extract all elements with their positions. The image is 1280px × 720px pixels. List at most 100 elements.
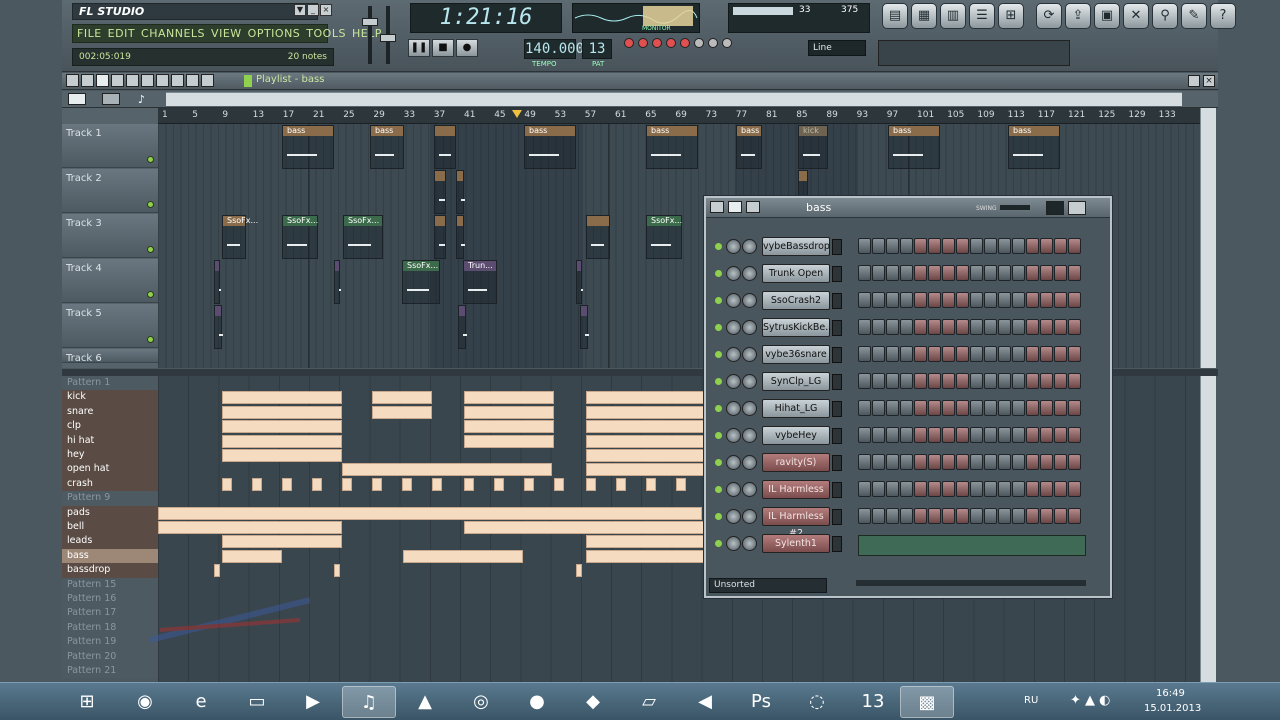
pan-knob[interactable] <box>726 374 741 389</box>
step-button[interactable] <box>886 481 899 497</box>
pan-knob[interactable] <box>726 455 741 470</box>
playback-icon[interactable] <box>201 74 214 87</box>
pattern-block[interactable] <box>158 506 702 520</box>
crash-hit[interactable] <box>646 477 656 491</box>
track-header[interactable]: Track 6 <box>62 349 158 364</box>
step-button[interactable] <box>914 346 927 362</box>
step-button[interactable] <box>984 454 997 470</box>
step-button[interactable] <box>942 508 955 524</box>
pattern-lane[interactable]: open hat <box>62 462 158 477</box>
pattern-clip[interactable] <box>456 215 465 259</box>
channel-name-button[interactable]: vybeHey <box>762 426 830 445</box>
pattern-block[interactable] <box>222 449 342 462</box>
step-button[interactable] <box>942 400 955 416</box>
step-button[interactable] <box>858 481 871 497</box>
step-button[interactable] <box>1026 400 1039 416</box>
step-button[interactable] <box>914 373 927 389</box>
menu-arrow-icon[interactable] <box>66 74 79 87</box>
menu-arrow-icon[interactable]: ▼ <box>294 4 306 16</box>
search-icon[interactable]: ⚲ <box>1152 3 1178 29</box>
volume-knob[interactable] <box>742 509 757 524</box>
step-button[interactable] <box>984 238 997 254</box>
channel-led-icon[interactable] <box>715 297 722 304</box>
step-button[interactable] <box>984 373 997 389</box>
menu-item-edit[interactable]: EDIT <box>108 27 135 40</box>
app-icon[interactable]: ◌ <box>790 686 844 718</box>
notes-icon[interactable]: ▱ <box>622 686 676 718</box>
pattern-lane[interactable]: crash <box>62 476 158 492</box>
pan-knob[interactable] <box>726 347 741 362</box>
step-button[interactable] <box>956 400 969 416</box>
menu-item-channels[interactable]: CHANNELS <box>141 27 205 40</box>
step-button[interactable] <box>900 400 913 416</box>
crash-hit[interactable] <box>252 477 262 491</box>
step-button[interactable] <box>998 373 1011 389</box>
step-button[interactable] <box>900 373 913 389</box>
step-button[interactable] <box>984 292 997 308</box>
pattern-clip[interactable] <box>580 305 589 349</box>
master-volume-slider[interactable] <box>360 4 400 66</box>
step-button[interactable] <box>1012 238 1025 254</box>
step-button[interactable] <box>1040 238 1053 254</box>
volume-knob[interactable] <box>742 428 757 443</box>
step-button[interactable] <box>914 292 927 308</box>
crash-hit[interactable] <box>342 477 352 491</box>
step-button[interactable] <box>872 454 885 470</box>
step-button[interactable] <box>1068 427 1081 443</box>
pattern-clip[interactable]: SsoFx... <box>402 260 440 304</box>
track-led-icon[interactable] <box>147 336 154 343</box>
pattern-lane[interactable]: Pattern 17 <box>62 606 158 621</box>
step-button[interactable] <box>1068 400 1081 416</box>
step-button[interactable] <box>970 481 983 497</box>
step-button[interactable] <box>970 265 983 281</box>
step-button[interactable] <box>1026 508 1039 524</box>
step-button[interactable] <box>1040 373 1053 389</box>
step-button[interactable] <box>984 265 997 281</box>
pencil-icon[interactable] <box>96 74 109 87</box>
channel-name-button[interactable]: SsoCrash2 <box>762 291 830 310</box>
step-button[interactable] <box>900 346 913 362</box>
pattern-block[interactable] <box>222 391 342 405</box>
step-button[interactable] <box>970 373 983 389</box>
step-button[interactable] <box>1054 292 1067 308</box>
step-button[interactable] <box>956 481 969 497</box>
pattern-block[interactable] <box>586 463 706 477</box>
step-button[interactable] <box>998 481 1011 497</box>
menu-item-file[interactable]: FILE <box>77 27 102 40</box>
step-button[interactable] <box>956 508 969 524</box>
slip-icon[interactable] <box>156 74 169 87</box>
step-button[interactable] <box>872 265 885 281</box>
rec-led-icon[interactable] <box>652 38 662 48</box>
channel-scrollbar[interactable] <box>856 580 1086 586</box>
step-button[interactable] <box>1040 319 1053 335</box>
step-button[interactable] <box>998 454 1011 470</box>
rec-led-icon[interactable] <box>624 38 634 48</box>
step-button[interactable] <box>872 508 885 524</box>
step-button[interactable] <box>970 319 983 335</box>
pattern-block[interactable] <box>586 420 706 434</box>
step-button[interactable] <box>914 508 927 524</box>
rec-led-icon[interactable] <box>666 38 676 48</box>
playhead-marker[interactable] <box>512 110 522 118</box>
step-button[interactable] <box>1054 508 1067 524</box>
minimize-icon[interactable]: _ <box>307 4 319 16</box>
channel-name-button[interactable]: vybe36snare <box>762 345 830 364</box>
tray-icons[interactable]: ✦ ▲ ◐ <box>1070 693 1111 708</box>
mute-icon[interactable] <box>141 74 154 87</box>
step-button[interactable] <box>872 346 885 362</box>
step-button[interactable] <box>970 508 983 524</box>
magnet-icon[interactable] <box>81 74 94 87</box>
step-button[interactable] <box>970 454 983 470</box>
save-icon[interactable]: ▣ <box>1094 3 1120 29</box>
pattern-block[interactable] <box>403 549 523 563</box>
pattern-block[interactable] <box>464 405 554 419</box>
step-button[interactable] <box>956 373 969 389</box>
channel-rack-title[interactable]: bass <box>806 201 831 214</box>
pan-knob[interactable] <box>726 482 741 497</box>
step-sequencer-icon[interactable]: ▦ <box>911 3 937 29</box>
playlist-icon[interactable]: ▤ <box>882 3 908 29</box>
app-icon[interactable]: ▩ <box>900 686 954 718</box>
pattern-lane[interactable]: Pattern 9 <box>62 491 158 506</box>
volume-knob[interactable] <box>742 347 757 362</box>
photoshop-icon[interactable]: Ps <box>734 686 788 718</box>
